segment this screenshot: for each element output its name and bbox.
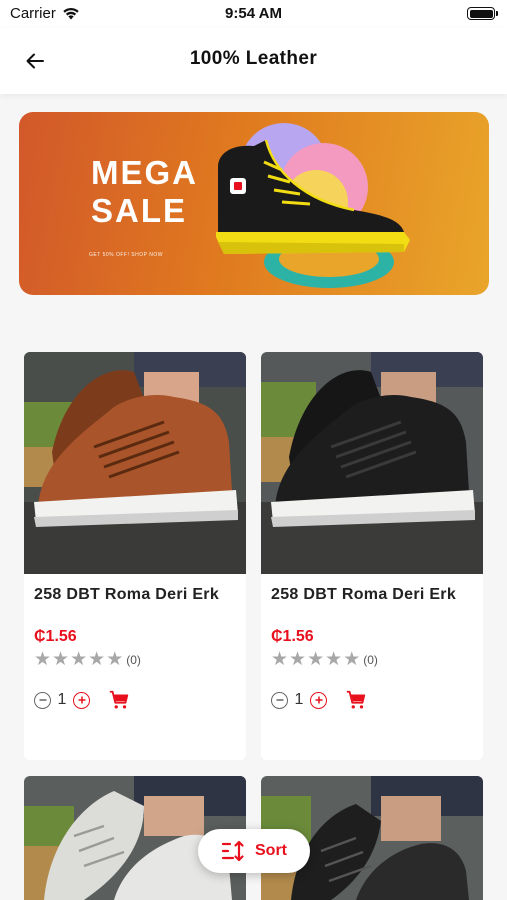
star-icon: ★ (271, 649, 289, 670)
star-icon: ★ (88, 649, 106, 670)
minus-icon (276, 699, 283, 701)
product-card[interactable]: 258 DBT Roma Deri Erk ₵1.56 ★ ★ ★ ★ ★ (0… (24, 352, 246, 760)
product-card[interactable]: 258 DBT Roma Deri Erk ₵1.56 ★ ★ ★ ★ ★ (0… (261, 352, 483, 760)
review-count: (0) (126, 652, 141, 667)
product-name[interactable]: 258 DBT Roma Deri Erk (34, 586, 246, 604)
decrease-quantity-button[interactable] (34, 691, 51, 709)
star-icon: ★ (289, 649, 307, 670)
quantity-stepper: 1 (34, 689, 130, 711)
shoe-photo (24, 352, 246, 574)
product-price: ₵1.56 (271, 628, 314, 645)
quantity-value: 1 (294, 691, 304, 708)
star-icon: ★ (343, 649, 361, 670)
increase-quantity-button[interactable] (73, 691, 90, 709)
promo-banner[interactable]: MEGA SALE GET 50% OFF! SHOP NOW (19, 112, 489, 295)
battery-icon (467, 7, 498, 20)
star-icon: ★ (106, 649, 124, 670)
product-image[interactable] (24, 352, 246, 574)
minus-icon (39, 699, 46, 701)
banner-subtitle: GET 50% OFF! SHOP NOW (89, 252, 163, 258)
banner-title: MEGA SALE (91, 154, 198, 230)
star-icon: ★ (52, 649, 70, 670)
shoe-photo (261, 352, 483, 574)
banner-title-line1: MEGA (91, 154, 198, 191)
star-icon: ★ (307, 649, 325, 670)
sort-label: Sort (255, 842, 287, 859)
product-name[interactable]: 258 DBT Roma Deri Erk (271, 586, 483, 604)
sneaker-illustration (216, 123, 410, 288)
status-bar: Carrier 9:54 AM (0, 0, 507, 28)
page-title: 100% Leather (189, 48, 318, 69)
star-icon: ★ (70, 649, 88, 670)
increase-quantity-button[interactable] (310, 691, 327, 709)
plus-icon (315, 696, 322, 704)
decrease-quantity-button[interactable] (271, 691, 288, 709)
review-count: (0) (363, 652, 378, 667)
quantity-stepper: 1 (271, 689, 367, 711)
add-to-cart-icon[interactable] (345, 689, 367, 711)
star-rating: ★ ★ ★ ★ ★ (0) (271, 650, 378, 669)
star-icon: ★ (34, 649, 52, 670)
status-time: 9:54 AM (225, 5, 282, 22)
add-to-cart-icon[interactable] (108, 689, 130, 711)
product-image[interactable] (261, 352, 483, 574)
banner-title-line2: SALE (91, 192, 188, 229)
star-rating: ★ ★ ★ ★ ★ (0) (34, 650, 141, 669)
quantity-value: 1 (57, 691, 67, 708)
plus-icon (78, 696, 85, 704)
star-icon: ★ (325, 649, 343, 670)
header: 100% Leather (0, 28, 507, 94)
sort-button[interactable]: Sort (198, 829, 310, 873)
product-price: ₵1.56 (34, 628, 77, 645)
sort-icon (221, 840, 244, 862)
